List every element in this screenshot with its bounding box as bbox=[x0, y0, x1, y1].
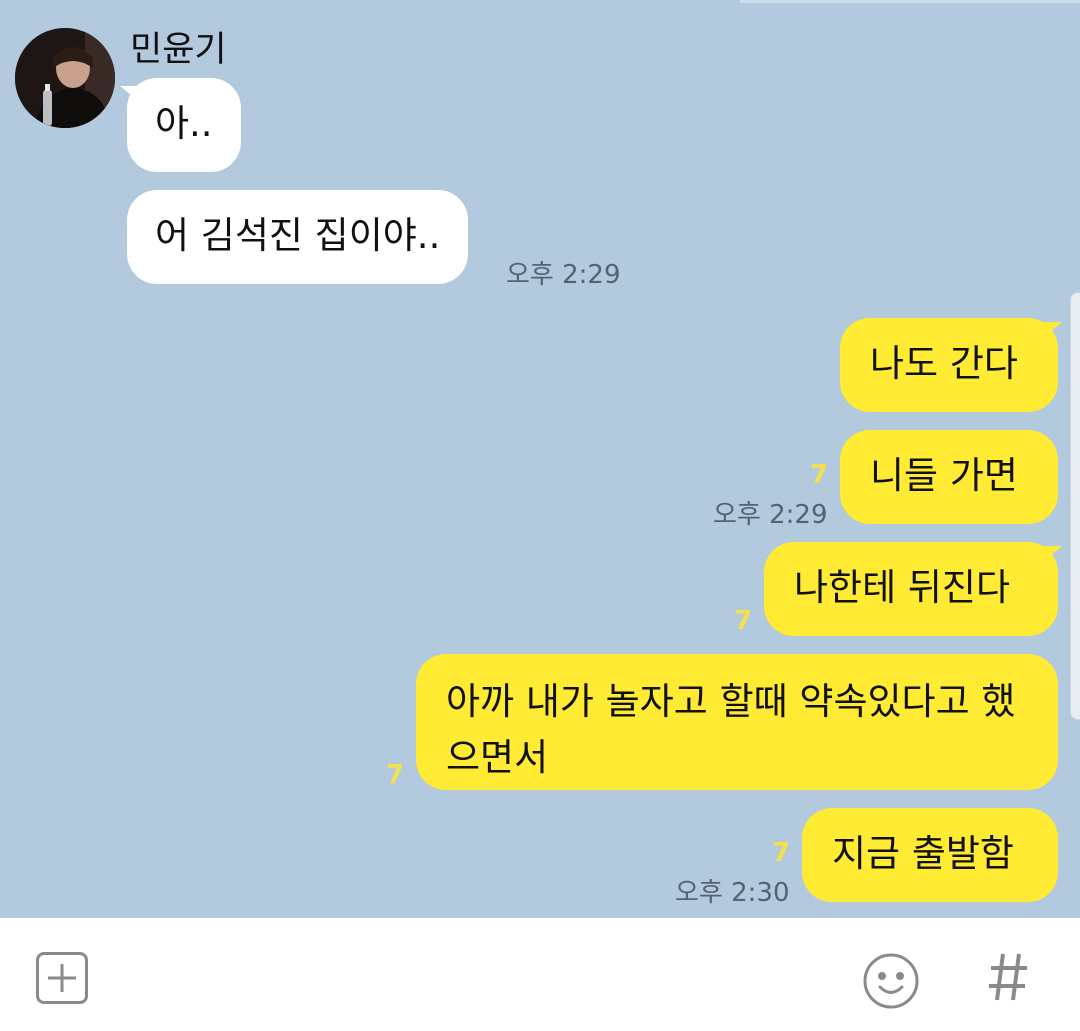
unread-count: 7 bbox=[734, 606, 753, 636]
scrollbar[interactable] bbox=[1070, 292, 1080, 720]
message-time: 오후 2:29 bbox=[506, 260, 621, 290]
emoji-button[interactable] bbox=[862, 952, 920, 1010]
outgoing-message[interactable]: 나도 간다 bbox=[840, 318, 1058, 412]
outgoing-message[interactable]: 아까 내가 놀자고 할때 약속있다고 했으면서 bbox=[416, 654, 1058, 790]
profile-photo-icon bbox=[15, 28, 115, 128]
unread-count: 7 bbox=[810, 460, 829, 490]
contact-avatar[interactable] bbox=[15, 28, 115, 128]
message-time: 오후 2:29 bbox=[713, 500, 828, 530]
message-time: 오후 2:30 bbox=[675, 878, 790, 908]
outgoing-message[interactable]: 니들 가면 bbox=[840, 430, 1058, 524]
top-edge-shade bbox=[740, 0, 1080, 3]
outgoing-message[interactable]: 나한테 뒤진다 bbox=[764, 542, 1058, 636]
add-button[interactable] bbox=[36, 952, 88, 1004]
chat-area[interactable]: 민윤기 아.. 어 김석진 집이야.. 오후 2:29 나도 간다 니들 가면 … bbox=[0, 0, 1080, 918]
incoming-message[interactable]: 어 김석진 집이야.. bbox=[127, 190, 469, 284]
hashtag-button[interactable] bbox=[983, 944, 1033, 1010]
smiley-icon bbox=[863, 953, 919, 1009]
contact-name: 민윤기 bbox=[130, 30, 227, 70]
outgoing-message[interactable]: 지금 출발함 bbox=[802, 808, 1058, 902]
unread-count: 7 bbox=[386, 760, 405, 790]
unread-count: 7 bbox=[772, 838, 791, 868]
plus-icon bbox=[48, 964, 76, 992]
input-bar bbox=[0, 918, 1080, 1031]
incoming-message[interactable]: 아.. bbox=[127, 78, 241, 172]
hash-icon bbox=[989, 953, 1027, 1001]
